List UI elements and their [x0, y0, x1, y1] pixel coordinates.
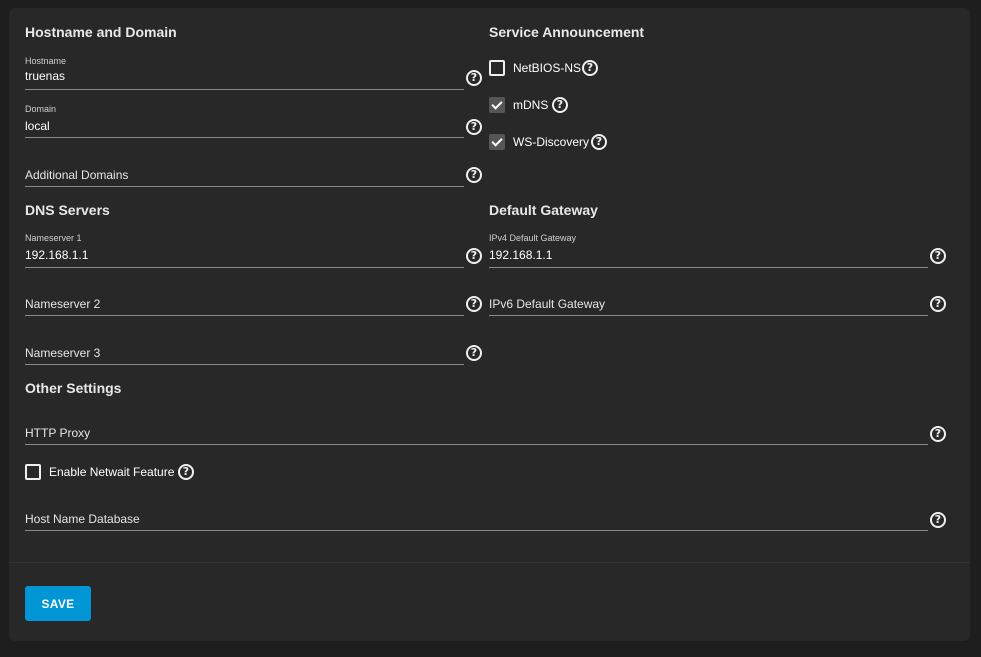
mdns-checkbox[interactable]	[489, 97, 505, 113]
section-title-default-gateway: Default Gateway	[489, 202, 598, 218]
nameserver1-label: Nameserver 1	[25, 233, 82, 243]
actions-divider	[9, 562, 970, 563]
netbios-ns-checkbox[interactable]	[489, 60, 505, 76]
nameserver3-placeholder: Nameserver 3	[25, 346, 101, 360]
http-proxy-field[interactable]: HTTP Proxy	[25, 424, 928, 446]
hostname-field[interactable]: Hostname truenas	[25, 56, 464, 90]
ipv6-gateway-field[interactable]: IPv6 Default Gateway	[489, 295, 928, 317]
netwait-help-icon[interactable]: ?	[178, 464, 194, 480]
domain-field[interactable]: Domain local	[25, 104, 464, 138]
nameserver2-help-icon[interactable]: ?	[466, 296, 482, 312]
http-proxy-underline	[25, 444, 928, 445]
http-proxy-placeholder: HTTP Proxy	[25, 426, 91, 440]
nameserver1-help-icon[interactable]: ?	[466, 248, 482, 264]
netwait-label[interactable]: Enable Netwait Feature	[49, 465, 174, 479]
http-proxy-help-icon[interactable]: ?	[930, 426, 946, 442]
hostname-value[interactable]: truenas	[25, 69, 65, 83]
nameserver1-field[interactable]: Nameserver 1 192.168.1.1	[25, 233, 464, 268]
ipv6-gateway-underline	[489, 315, 928, 316]
mdns-label[interactable]: mDNS	[513, 98, 548, 112]
ipv4-gateway-field[interactable]: IPv4 Default Gateway 192.168.1.1	[489, 233, 928, 268]
section-title-other-settings: Other Settings	[25, 380, 122, 396]
host-name-database-underline	[25, 530, 928, 531]
ipv4-gateway-help-icon[interactable]: ?	[930, 248, 946, 264]
additional-domains-help-icon[interactable]: ?	[466, 167, 482, 183]
ipv6-gateway-placeholder: IPv6 Default Gateway	[489, 297, 606, 311]
domain-value[interactable]: local	[25, 119, 50, 133]
nameserver3-underline	[25, 364, 464, 365]
mdns-help-icon[interactable]: ?	[552, 97, 568, 113]
save-button[interactable]: SAVE	[25, 586, 91, 621]
nameserver1-value[interactable]: 192.168.1.1	[25, 248, 88, 262]
netwait-checkbox[interactable]	[25, 464, 41, 480]
ipv4-gateway-underline	[489, 267, 928, 268]
ipv6-gateway-help-icon[interactable]: ?	[930, 296, 946, 312]
additional-domains-placeholder: Additional Domains	[25, 168, 129, 182]
section-title-hostname-domain: Hostname and Domain	[25, 24, 177, 40]
section-title-service-announcement: Service Announcement	[489, 24, 645, 40]
nameserver1-underline	[25, 267, 464, 268]
ws-discovery-label[interactable]: WS-Discovery	[513, 135, 589, 149]
domain-underline	[25, 137, 464, 138]
domain-label: Domain	[25, 104, 57, 114]
domain-help-icon[interactable]: ?	[466, 119, 482, 135]
netbios-ns-help-icon[interactable]: ?	[582, 60, 598, 76]
host-name-database-help-icon[interactable]: ?	[930, 512, 946, 528]
host-name-database-field[interactable]: Host Name Database	[25, 510, 928, 532]
section-title-dns-servers: DNS Servers	[25, 202, 110, 218]
additional-domains-field[interactable]: Additional Domains	[25, 166, 464, 188]
ipv4-gateway-label: IPv4 Default Gateway	[489, 233, 577, 243]
host-name-database-placeholder: Host Name Database	[25, 512, 140, 526]
ipv4-gateway-value[interactable]: 192.168.1.1	[489, 248, 552, 262]
hostname-help-icon[interactable]: ?	[466, 70, 482, 86]
nameserver2-placeholder: Nameserver 2	[25, 297, 101, 311]
network-config-card: Hostname and Domain Hostname truenas ? D…	[9, 8, 970, 641]
nameserver3-field[interactable]: Nameserver 3	[25, 344, 464, 366]
nameserver2-field[interactable]: Nameserver 2	[25, 295, 464, 317]
ws-discovery-help-icon[interactable]: ?	[591, 134, 607, 150]
additional-domains-underline	[25, 186, 464, 187]
ws-discovery-checkbox[interactable]	[489, 134, 505, 150]
hostname-label: Hostname	[25, 56, 67, 66]
netbios-ns-label[interactable]: NetBIOS-NS	[513, 61, 581, 75]
nameserver2-underline	[25, 315, 464, 316]
hostname-underline	[25, 89, 464, 90]
nameserver3-help-icon[interactable]: ?	[466, 345, 482, 361]
